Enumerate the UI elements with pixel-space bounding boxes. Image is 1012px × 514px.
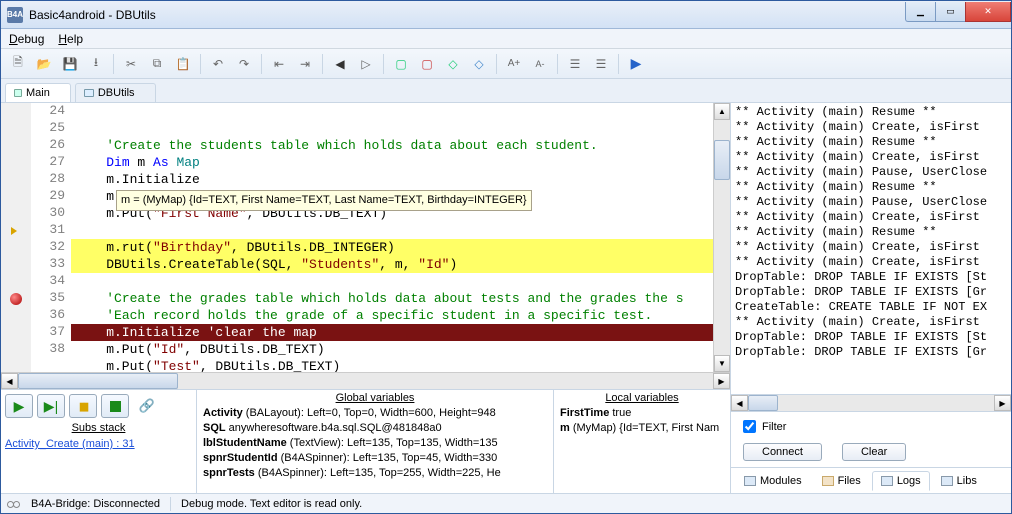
filter-input[interactable] bbox=[743, 420, 756, 433]
subs-stack-title: Subs stack bbox=[5, 422, 192, 434]
files-icon bbox=[822, 476, 834, 486]
tab-dbutils-label: DBUtils bbox=[98, 87, 135, 99]
font-smaller-icon[interactable]: A- bbox=[529, 53, 551, 75]
nav-back-icon[interactable]: ◀ bbox=[329, 53, 351, 75]
scroll-right-icon[interactable]: ▶ bbox=[713, 373, 730, 389]
list2-icon[interactable]: ☰ bbox=[590, 53, 612, 75]
global-vars-title: Global variables bbox=[197, 390, 553, 406]
debug-tooltip: m = (MyMap) {Id=TEXT, First Name=TEXT, L… bbox=[116, 190, 532, 211]
logs-output[interactable]: ** Activity (main) Resume **** Activity … bbox=[731, 103, 1011, 395]
tab-main[interactable]: Main bbox=[5, 83, 71, 102]
connect-button[interactable]: Connect bbox=[743, 443, 822, 461]
run-button[interactable]: ▶ bbox=[625, 53, 647, 75]
scroll-thumb[interactable] bbox=[714, 140, 730, 180]
libs-icon bbox=[941, 476, 953, 486]
menu-bar: Debug Help bbox=[1, 29, 1011, 49]
cut-icon[interactable]: ✂ bbox=[120, 53, 142, 75]
breakpoint-column[interactable] bbox=[1, 103, 31, 372]
bookmark2-icon[interactable]: ◇ bbox=[468, 53, 490, 75]
paste-icon[interactable]: 📋 bbox=[172, 53, 194, 75]
vertical-scrollbar[interactable]: ▲ ▼ bbox=[713, 103, 730, 372]
outdent-icon[interactable]: ⇤ bbox=[268, 53, 290, 75]
bookmark-icon[interactable]: ◇ bbox=[442, 53, 464, 75]
window-title: Basic4android - DBUtils bbox=[29, 8, 905, 22]
module-icon bbox=[14, 89, 22, 97]
filter-label: Filter bbox=[762, 421, 786, 433]
tab-logs[interactable]: Logs bbox=[872, 471, 930, 491]
scroll-left-icon[interactable]: ◀ bbox=[731, 395, 748, 411]
local-vars-title: Local variables bbox=[554, 390, 730, 406]
tab-files[interactable]: Files bbox=[813, 471, 870, 491]
debug-step-button[interactable]: ▶| bbox=[37, 394, 65, 418]
scroll-thumb[interactable] bbox=[748, 395, 778, 411]
debug-link-button[interactable]: 🔗 bbox=[133, 394, 161, 418]
maximize-button[interactable]: ▭ bbox=[935, 2, 965, 22]
scroll-thumb[interactable] bbox=[18, 373, 178, 389]
debug-panels: ▶ ▶| ▮▮ 🔗 Subs stack Activity_Create (ma… bbox=[1, 389, 730, 493]
module-icon bbox=[84, 89, 94, 97]
tab-main-label: Main bbox=[26, 87, 50, 99]
global-vars-list[interactable]: Activity (BALayout): Left=0, Top=0, Widt… bbox=[197, 406, 553, 493]
font-larger-icon[interactable]: A+ bbox=[503, 53, 525, 75]
export-icon[interactable]: ⭳ bbox=[85, 53, 107, 75]
title-bar: B4A Basic4android - DBUtils ▁ ▭ ✕ bbox=[1, 1, 1011, 29]
code-area[interactable]: 'Create the students table which holds d… bbox=[71, 103, 713, 372]
modules-icon bbox=[744, 476, 756, 486]
line-gutter: 242526272829303132333435363738 bbox=[31, 103, 71, 372]
menu-debug[interactable]: Debug bbox=[9, 32, 44, 46]
list-icon[interactable]: ☰ bbox=[564, 53, 586, 75]
logs-scrollbar[interactable]: ◀ ▶ bbox=[731, 395, 1011, 412]
nav-fwd-icon[interactable]: ▷ bbox=[355, 53, 377, 75]
status-bridge: B4A-Bridge: Disconnected bbox=[31, 498, 160, 510]
bridge-icon bbox=[7, 499, 21, 509]
new-icon[interactable]: 🗎 bbox=[7, 53, 29, 75]
indent-icon[interactable]: ⇥ bbox=[294, 53, 316, 75]
status-bar: B4A-Bridge: Disconnected Debug mode. Tex… bbox=[1, 493, 1011, 513]
horizontal-scrollbar[interactable]: ◀ ▶ bbox=[1, 372, 730, 389]
scroll-down-icon[interactable]: ▼ bbox=[714, 355, 730, 372]
debug-continue-button[interactable]: ▶ bbox=[5, 394, 33, 418]
subs-stack-link[interactable]: Activity_Create (main) : 31 bbox=[5, 438, 135, 450]
tab-dbutils[interactable]: DBUtils bbox=[75, 83, 156, 102]
debug-stop-button[interactable] bbox=[101, 394, 129, 418]
copy-icon[interactable]: ⧉ bbox=[146, 53, 168, 75]
uncomment-icon[interactable]: ▢ bbox=[416, 53, 438, 75]
status-mode: Debug mode. Text editor is read only. bbox=[181, 498, 362, 510]
scroll-up-icon[interactable]: ▲ bbox=[714, 103, 730, 120]
menu-help[interactable]: Help bbox=[58, 32, 83, 46]
debug-pause-button[interactable]: ▮▮ bbox=[69, 394, 97, 418]
minimize-button[interactable]: ▁ bbox=[905, 2, 935, 22]
open-icon[interactable]: 📂 bbox=[33, 53, 55, 75]
app-icon: B4A bbox=[7, 7, 23, 23]
close-button[interactable]: ✕ bbox=[965, 2, 1011, 22]
filter-checkbox[interactable]: Filter bbox=[743, 420, 999, 433]
bottom-tabs: Modules Files Logs Libs bbox=[731, 467, 1011, 493]
local-vars-list[interactable]: FirstTime truem (MyMap) {Id=TEXT, First … bbox=[554, 406, 730, 493]
module-tabs: Main DBUtils bbox=[1, 79, 1011, 103]
save-icon[interactable]: 💾 bbox=[59, 53, 81, 75]
logs-icon bbox=[881, 476, 893, 486]
clear-button[interactable]: Clear bbox=[842, 443, 906, 461]
scroll-right-icon[interactable]: ▶ bbox=[994, 395, 1011, 411]
tab-modules[interactable]: Modules bbox=[735, 471, 811, 491]
toolbar: 🗎 📂 💾 ⭳ ✂ ⧉ 📋 ↶ ↷ ⇤ ⇥ ◀ ▷ ▢ ▢ ◇ ◇ A+ A- … bbox=[1, 49, 1011, 79]
scroll-left-icon[interactable]: ◀ bbox=[1, 373, 18, 389]
comment-icon[interactable]: ▢ bbox=[390, 53, 412, 75]
work-area: 242526272829303132333435363738 'Create t… bbox=[1, 103, 1011, 493]
tab-libs[interactable]: Libs bbox=[932, 471, 986, 491]
undo-icon[interactable]: ↶ bbox=[207, 53, 229, 75]
code-editor[interactable]: 242526272829303132333435363738 'Create t… bbox=[1, 103, 730, 372]
redo-icon[interactable]: ↷ bbox=[233, 53, 255, 75]
